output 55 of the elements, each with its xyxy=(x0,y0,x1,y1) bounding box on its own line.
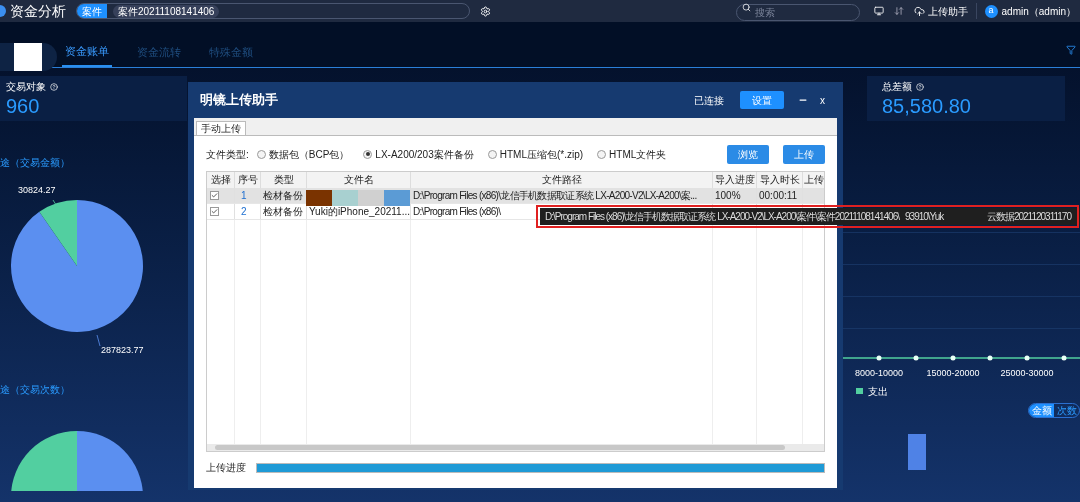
chart-title: 途（交易金额） xyxy=(0,156,71,170)
stat-value: 960 xyxy=(6,94,41,118)
stat-value: 85,580.80 xyxy=(882,94,972,118)
axis-label: 15000-20000 xyxy=(925,367,981,380)
cloud-upload-icon[interactable] xyxy=(913,5,925,17)
stat-label: 交易对象 xyxy=(6,80,46,94)
table-cell-text: D:\Program Files (x86)\ xyxy=(413,205,501,219)
blank-tile xyxy=(14,43,42,71)
search-icon xyxy=(741,3,751,12)
legend-label: 支出 xyxy=(868,384,888,399)
stat-label: 总差额 xyxy=(882,80,912,94)
user-name[interactable]: admin（admin） xyxy=(1001,3,1076,19)
radio-option[interactable]: HTML压缩包(*.zip) xyxy=(487,146,584,162)
table-cell-text: 100% xyxy=(715,189,741,203)
browse-button[interactable]: 浏览 xyxy=(727,144,769,164)
data-label: 287823.77 xyxy=(101,344,144,357)
tooltip-text: 云数据2021120311170 xyxy=(986,210,1071,224)
horizontal-scrollbar[interactable] xyxy=(207,444,824,451)
help-icon xyxy=(50,82,58,91)
table-cell-text: 检材备份 xyxy=(263,189,303,203)
tab[interactable]: 手动上传 xyxy=(196,121,246,135)
filter-icon[interactable] xyxy=(1066,45,1076,55)
table-cell-text: 2 xyxy=(241,205,247,219)
upload-helper-link[interactable]: 上传助手 xyxy=(927,3,968,19)
row-checkbox[interactable] xyxy=(210,191,219,200)
help-icon xyxy=(916,82,924,91)
axis-label: 8000-10000 xyxy=(853,367,904,380)
radio-option[interactable]: HTML文件夹 xyxy=(597,146,667,162)
table-cell-text: 1 xyxy=(241,189,247,203)
table-cell-text: D:\Program Files (x86)\龙信手机数据取证系统 LX-A200-V2\LX-A200\案... xyxy=(413,189,697,203)
tooltip-text: 93910\Yuk xyxy=(905,210,944,224)
sort-icon[interactable] xyxy=(893,6,904,16)
connection-status: 已连接 xyxy=(694,93,724,108)
progress-label: 上传进度 xyxy=(206,461,246,475)
field-label: 文件类型: xyxy=(206,147,249,162)
leader-line xyxy=(96,334,101,347)
radio-option[interactable]: LX-A200/203案件备份 xyxy=(363,146,474,162)
row-checkbox[interactable] xyxy=(210,207,219,216)
bar-drawing xyxy=(908,433,926,470)
tab[interactable]: 资金账单 xyxy=(62,42,112,67)
settings-icon[interactable] xyxy=(480,5,491,17)
upload-button[interactable]: 上传 xyxy=(783,144,825,164)
monitor-icon[interactable] xyxy=(873,6,884,16)
table-cell-text: Yuki的iPhone_20211... xyxy=(309,205,410,219)
app-title: 资金分析 xyxy=(10,1,66,21)
axis-label: 25000-30000 xyxy=(999,367,1055,380)
table-cell-text: 00:00:11 xyxy=(759,189,798,203)
radio-option[interactable]: 数据包（BCP包） xyxy=(256,146,350,162)
search-field[interactable]: 搜索 xyxy=(735,4,860,21)
chart-title: 途（交易次数） xyxy=(0,383,71,397)
toggle-option[interactable]: 次数 xyxy=(1054,403,1079,417)
close-button[interactable]: x xyxy=(820,92,825,108)
data-label: 30824.27 xyxy=(18,184,56,197)
dialog-title: 明镜上传助手 xyxy=(200,91,278,110)
table-cell-text: 检材备份 xyxy=(263,205,303,219)
